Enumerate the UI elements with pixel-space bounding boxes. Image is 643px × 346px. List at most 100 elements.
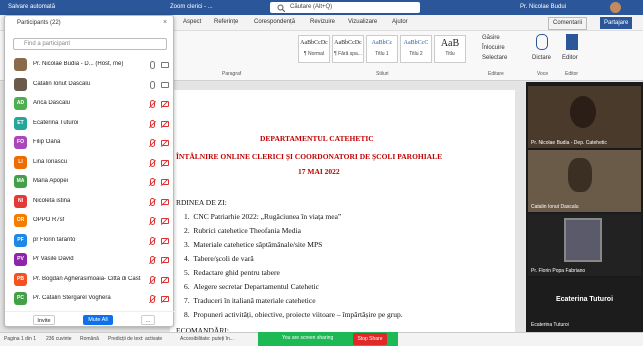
status-page[interactable]: Pagina 1 din 1 — [4, 336, 36, 342]
user-name[interactable]: Pr. Nicolae Budui — [520, 4, 566, 10]
participant-name: OPPO R7sf — [33, 217, 65, 223]
group-label-editing: Editare — [488, 71, 504, 77]
participant-name: Pr. Nicolae Budia - D... (Host, me) — [33, 61, 124, 67]
avatar: LI — [14, 155, 27, 169]
more-button[interactable]: ... — [141, 315, 155, 325]
tab-review[interactable]: Revizuire — [310, 19, 335, 25]
avatar: PV — [14, 253, 27, 266]
camera-icon[interactable] — [161, 62, 169, 68]
agenda-item-5: 5. Redactare ghid pentru tabere — [184, 268, 280, 277]
tab-mailings[interactable]: Corespondență — [254, 19, 295, 25]
editor-icon — [566, 34, 578, 50]
style-normal[interactable]: AaBbCcDc ¶ Normal — [298, 35, 330, 63]
agenda-item-7: 7. Traduceri în italiană materiale cateh… — [184, 296, 316, 305]
camera-icon[interactable] — [161, 81, 169, 88]
replace-button[interactable]: Înlocuire — [482, 45, 505, 51]
agenda-item-3: 3. Materiale catehetice săptămânale/site… — [184, 240, 323, 249]
video-person — [570, 96, 596, 128]
invite-button[interactable]: Invite — [33, 315, 55, 325]
sharing-label: You are screen sharing — [282, 335, 334, 341]
style-title[interactable]: AaB Titlu — [434, 35, 466, 63]
participants-footer: Invite Mute All ... — [5, 311, 175, 327]
share-button[interactable]: Partajare — [600, 17, 633, 29]
microphone-icon[interactable] — [150, 61, 155, 69]
participant-name: Pr. Catalin Stergarel Voghera — [33, 295, 111, 301]
close-icon[interactable]: × — [163, 19, 167, 26]
doc-heading-2: ÎNTÂLNIRE ONLINE CLERICI ȘI COORDONATORI… — [176, 152, 443, 161]
microphone-icon[interactable] — [150, 80, 155, 89]
select-button[interactable]: Selectare — [482, 55, 507, 61]
avatar: NI — [14, 194, 27, 208]
doc-heading-3: 17 MAI 2022 — [298, 167, 340, 176]
participant-name: Pr Vasile David — [33, 256, 74, 262]
agenda-item-4: 4. Tabere/școli de vară — [184, 254, 254, 263]
agenda-item-1: 1. CNC Patriarhie 2022: „Rugăciunea în v… — [184, 212, 342, 221]
dictate-button[interactable]: Dictare — [532, 55, 551, 61]
group-label-editor: Editor — [565, 71, 579, 77]
tab-references[interactable]: Referințe — [214, 19, 238, 25]
group-label-styles: Stiluri — [376, 71, 389, 77]
participant-search-input[interactable]: Find a participant — [13, 38, 167, 50]
participant-name: Lina Ionascu — [33, 158, 68, 165]
status-words[interactable]: 236 cuvinte — [46, 336, 72, 342]
stop-share-button[interactable]: Stop Share — [353, 333, 387, 345]
participant-name: Nicoleta istina — [33, 197, 71, 204]
agenda-title: RDINEA DE ZI: — [176, 198, 227, 207]
avatar: PF — [14, 233, 27, 247]
video-tile[interactable]: Pr. Nicolae Budia - Dep. Catehetic — [528, 86, 641, 148]
style-no-spacing[interactable]: AaBbCcDc ¶ Fără spa... — [332, 35, 364, 63]
comments-button[interactable]: Comentarii — [548, 17, 588, 30]
tab-view[interactable]: Vizualizare — [348, 19, 377, 25]
avatar: ET — [14, 116, 27, 130]
document-page[interactable]: DEPARTAMENTUL CATEHETIC ÎNTÂLNIRE ONLINE… — [170, 90, 515, 335]
agenda-item-8: 8. Propuneri activități, obiective, proi… — [184, 310, 403, 319]
participant-name: Catalin Ionut Dascalu — [33, 80, 91, 87]
mute-all-button[interactable]: Mute All — [83, 315, 113, 325]
search-icon — [277, 4, 285, 12]
participant-name: pr Florin taranto — [33, 236, 76, 243]
editor-button[interactable]: Editor — [562, 55, 578, 61]
agenda-item-2: 2. Rubrici catehetice Theofania Media — [184, 226, 301, 235]
avatar: FO — [14, 136, 27, 149]
participant-search-placeholder: Find a participant — [24, 41, 71, 47]
video-tile[interactable]: Ecaterina Tuturoi Ecaterina Tuturoi — [528, 278, 641, 330]
status-accessibility[interactable]: Accesibilitate: puteți în... — [180, 336, 234, 342]
status-predictions[interactable]: Predicții de text: activate — [108, 336, 162, 342]
participants-panel: Participants (22) × Find a participant P… — [4, 15, 175, 327]
style-heading2[interactable]: AaBbCcC Titlu 2 — [400, 35, 432, 63]
avatar: AD — [14, 97, 27, 110]
participants-header: Participants (22) — [17, 20, 61, 26]
avatar: PB — [14, 272, 27, 286]
video-tile[interactable]: Catalin Ionut Dascalu — [528, 150, 641, 212]
participant-name: Anca Dascalu — [33, 100, 71, 106]
participant-name: Pr. Bogdan Agherasimoaia- Città di Cast.… — [33, 275, 141, 282]
search-placeholder: Căutare (Alt+Q) — [290, 4, 333, 10]
group-label-voice: Voce — [537, 71, 549, 77]
group-label-paragraph: Paragraf — [222, 71, 242, 77]
video-name-placeholder: Ecaterina Tuturoi — [555, 296, 614, 303]
participant-row[interactable]: PC Pr. Catalin Stergarel Voghera — [5, 288, 175, 310]
style-heading1[interactable]: AaBbCc Titlu 1 — [366, 35, 398, 63]
agenda-item-6: 6. Alegere secretar Departamentul Catehe… — [184, 282, 319, 291]
tab-help[interactable]: Ajutor — [392, 19, 408, 25]
icon-image — [564, 218, 602, 262]
avatar: MA — [14, 175, 27, 188]
participant-name: Filip Oana — [33, 139, 61, 145]
find-button[interactable]: Găsire — [482, 35, 500, 41]
avatar: PC — [14, 292, 27, 305]
participant-name: Maria Apopei — [33, 178, 69, 184]
participant-name: Ecaterina Tuturoi — [33, 119, 79, 126]
search-box[interactable]: Căutare (Alt+Q) — [270, 2, 420, 13]
doc-heading-1: DEPARTAMENTUL CATEHETIC — [260, 134, 374, 143]
avatar[interactable] — [610, 2, 621, 13]
video-person — [568, 158, 592, 192]
video-panel: Pr. Nicolae Budia - Dep. Catehetic Catal… — [526, 82, 643, 332]
tab-aspect[interactable]: Aspect — [183, 19, 201, 25]
avatar — [14, 77, 27, 91]
video-tile[interactable]: Pr. Florin Popa Fabriano — [528, 214, 641, 276]
doc-title: Zoom clerici - ... — [170, 4, 213, 10]
avatar: OR — [14, 214, 27, 227]
microphone-icon — [536, 34, 548, 50]
autosave-label[interactable]: Salvare automată — [8, 4, 55, 10]
status-language[interactable]: Română — [80, 336, 99, 342]
